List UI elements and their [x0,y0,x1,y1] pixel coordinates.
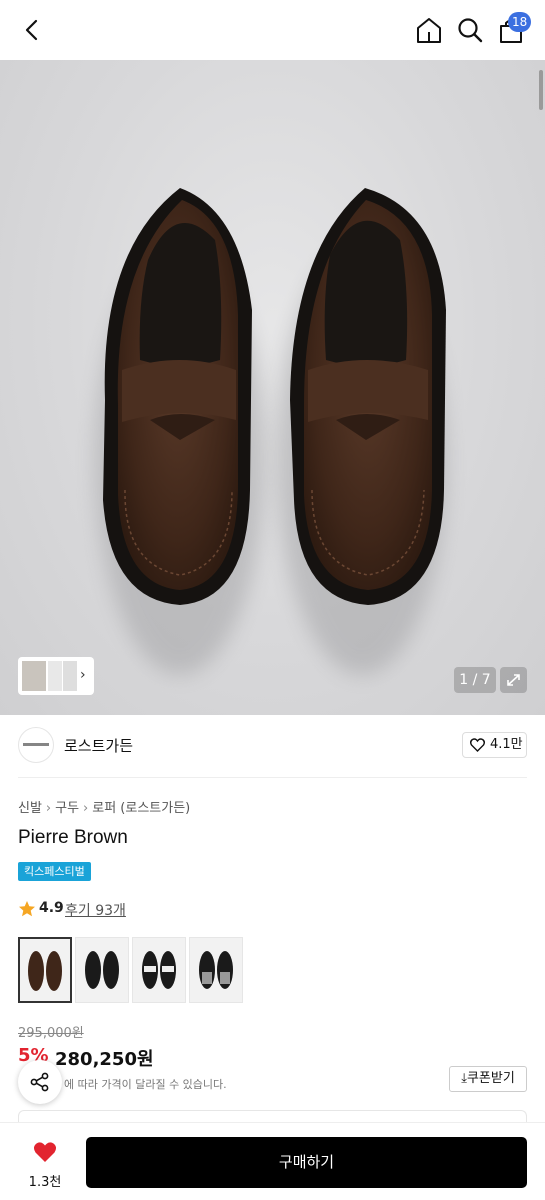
back-arrow-icon[interactable] [18,16,46,44]
chevron-right-icon: › [83,801,89,816]
color-variant-brown[interactable] [18,937,72,1003]
price-note: 에 따라 가격이 달라질 수 있습니다. [64,1078,227,1091]
reviews-link[interactable]: 후기 93개 [65,900,126,920]
cart-count-badge: 18 [508,12,532,32]
breadcrumb-item[interactable]: 구두 [55,801,79,816]
brand-like-button[interactable]: 4.1만 [462,732,527,758]
rating-score: 4.9 [39,900,64,916]
like-button[interactable]: 1.3천 [18,1137,72,1190]
product-title: Pierre Brown [18,827,128,848]
divider [18,777,527,778]
loafer-thumbnail [28,951,62,991]
loafer-thumbnail [85,951,119,989]
gallery-thumbnails-button[interactable]: › [18,657,94,695]
loafers-image [95,188,447,675]
like-count: 1.3천 [28,1175,62,1190]
share-button[interactable] [18,1060,62,1104]
product-image[interactable]: › 1 / 7 [0,60,545,715]
top-bar: 18 [0,0,545,60]
sale-price: 280,250원 [55,1049,154,1070]
breadcrumb-item[interactable]: 로퍼 (로스트가든) [92,801,190,816]
brand-like-count: 4.1만 [490,737,523,752]
chevron-right-icon: › [45,801,52,816]
buy-button[interactable]: 구매하기 [86,1137,527,1188]
color-variant-black[interactable] [75,937,129,1003]
original-price: 295,000원 [18,1026,84,1041]
color-variant-black-white[interactable] [132,937,186,1003]
breadcrumb: 신발 › 구두 › 로퍼 (로스트가든) [18,797,190,816]
breadcrumb-item[interactable]: 신발 [18,801,42,816]
thumbnail [63,661,77,691]
search-icon[interactable] [455,15,485,45]
loafer-thumbnail [199,951,233,989]
coupon-button[interactable]: ⤓쿠폰받기 [449,1066,527,1092]
thumbnail [48,661,62,691]
brand-logo[interactable] [18,727,54,763]
heart-outline-icon [470,738,485,752]
expand-icon[interactable] [500,667,527,693]
share-icon [30,1072,49,1092]
home-icon[interactable] [414,15,444,45]
bottom-bar: 1.3천 구매하기 [0,1122,545,1200]
heart-filled-icon [33,1142,57,1162]
promo-tag: 킥스페스티벌 [18,862,91,881]
star-icon [19,901,35,917]
color-variant-check[interactable] [189,937,243,1003]
loafer-thumbnail [142,951,176,989]
scroll-indicator [539,70,543,110]
thumbnail [22,661,46,691]
chevron-right-icon: › [80,667,86,683]
coupon-label: 쿠폰받기 [466,1071,515,1086]
brand-name[interactable]: 로스트가든 [64,735,133,756]
image-counter: 1 / 7 [454,667,496,693]
